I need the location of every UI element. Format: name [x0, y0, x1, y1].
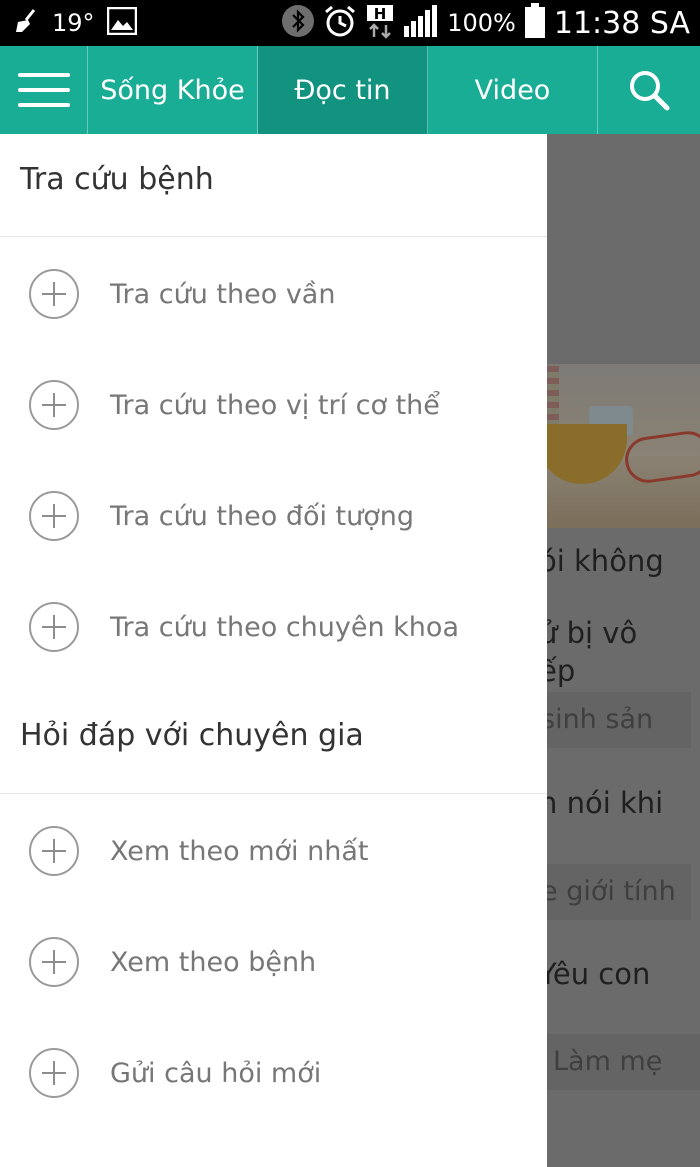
- section-title-tra-cuu-benh: Tra cứu bệnh: [20, 162, 214, 197]
- menu-item-tra-cuu-theo-van[interactable]: Tra cứu theo vần: [0, 244, 547, 344]
- menu-item-label: Tra cứu theo chuyên khoa: [110, 611, 459, 643]
- battery-icon: [524, 3, 546, 43]
- menu-icon-bar: [18, 103, 70, 107]
- article-tag: e giới tính: [547, 864, 691, 920]
- menu-item-label: Xem theo bệnh: [110, 946, 317, 978]
- menu-item-tra-cuu-theo-doi-tuong[interactable]: Tra cứu theo đối tượng: [0, 466, 547, 566]
- broom-icon: [14, 8, 40, 38]
- tab-video[interactable]: Video: [428, 46, 598, 134]
- menu-item-xem-theo-benh[interactable]: Xem theo bệnh: [0, 912, 547, 1012]
- menu-item-tra-cuu-theo-chuyen-khoa[interactable]: Tra cứu theo chuyên khoa: [0, 577, 547, 677]
- plus-circle-icon: [29, 602, 79, 652]
- status-bar: 19° H 100% 11:38 SA: [0, 0, 700, 46]
- tab-doc-tin[interactable]: Đọc tin: [258, 46, 428, 134]
- article-title: Yêu con: [547, 957, 651, 991]
- hspa-icon: H: [365, 3, 395, 43]
- menu-item-label: Tra cứu theo đối tượng: [110, 500, 415, 532]
- search-icon: [630, 71, 670, 111]
- plus-circle-icon: [29, 937, 79, 987]
- article-tag: sinh sản: [547, 692, 691, 748]
- top-nav: Sống Khỏe Đọc tin Video: [0, 46, 700, 134]
- dimmed-content[interactable]: ói không ử bị vô ếp sinh sản n nói khi e…: [547, 134, 700, 1167]
- article-title: n nói khi: [547, 786, 664, 820]
- signal-icon: [403, 4, 439, 42]
- tab-song-khoe[interactable]: Sống Khỏe: [88, 46, 258, 134]
- menu-item-label: Gửi câu hỏi mới: [110, 1057, 322, 1089]
- menu-item-xem-theo-moi-nhat[interactable]: Xem theo mới nhất: [0, 801, 547, 901]
- article-title: ử bị vô: [547, 616, 638, 650]
- alarm-icon: [323, 4, 357, 42]
- divider: [0, 236, 547, 237]
- plus-circle-icon: [29, 826, 79, 876]
- svg-text:H: H: [374, 5, 387, 23]
- clock: 11:38 SA: [553, 5, 690, 41]
- image-icon: [106, 6, 137, 39]
- navigation-drawer: Tra cứu bệnh Tra cứu theo vần Tra cứu th…: [0, 134, 547, 1167]
- menu-icon-bar: [18, 88, 70, 92]
- bluetooth-icon: [281, 4, 315, 42]
- article-image-detail: [547, 366, 559, 426]
- menu-item-label: Xem theo mới nhất: [110, 835, 369, 867]
- menu-button[interactable]: [0, 46, 88, 134]
- plus-circle-icon: [29, 491, 79, 541]
- plus-circle-icon: [29, 1048, 79, 1098]
- plus-circle-icon: [29, 269, 79, 319]
- menu-icon: [18, 73, 70, 77]
- divider: [0, 793, 547, 794]
- menu-item-tra-cuu-theo-vi-tri[interactable]: Tra cứu theo vị trí cơ thể: [0, 355, 547, 455]
- menu-item-label: Tra cứu theo vị trí cơ thể: [110, 389, 440, 421]
- menu-item-label: Tra cứu theo vần: [110, 278, 336, 310]
- article-title: ói không: [547, 544, 664, 578]
- plus-circle-icon: [29, 380, 79, 430]
- search-button[interactable]: [598, 46, 700, 134]
- section-title-hoi-dap: Hỏi đáp với chuyên gia: [20, 718, 364, 753]
- battery-percent: 100%: [447, 9, 516, 37]
- article-title: ếp: [547, 654, 576, 688]
- article-tag: Làm mẹ: [547, 1034, 700, 1090]
- menu-item-gui-cau-hoi-moi[interactable]: Gửi câu hỏi mới: [0, 1023, 547, 1123]
- temperature: 19°: [52, 9, 95, 37]
